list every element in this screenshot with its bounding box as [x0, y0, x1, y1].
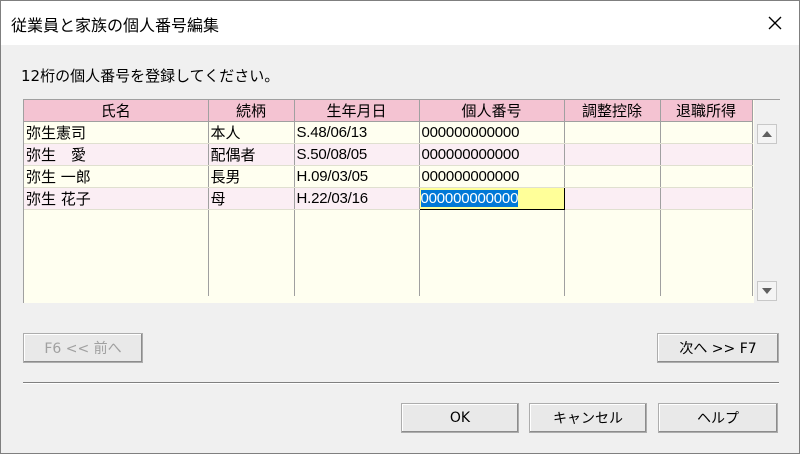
- scroll-down-arrow-icon: [762, 288, 772, 294]
- column-header-adjustment-deduction[interactable]: 調整控除: [564, 100, 661, 122]
- cell-retirement-income[interactable]: [660, 165, 753, 188]
- cell-retirement-income[interactable]: [660, 121, 753, 144]
- empty-cell: [564, 209, 661, 296]
- table-row[interactable]: 弥生 愛 配偶者 S.50/08/05 000000000000: [24, 143, 753, 166]
- empty-cell: [294, 209, 420, 296]
- cell-birthdate[interactable]: S.50/08/05: [294, 143, 420, 166]
- grid-header-row: 氏名 続柄 生年月日 個人番号 調整控除 退職所得: [24, 100, 753, 122]
- table-row[interactable]: 弥生 花子 母 H.22/03/16 000000000000: [24, 187, 753, 210]
- column-header-relation[interactable]: 続柄: [208, 100, 295, 122]
- cell-my-number-active[interactable]: 000000000000: [418, 187, 565, 210]
- prev-button[interactable]: F6 << 前へ: [23, 333, 143, 363]
- column-header-birthdate[interactable]: 生年月日: [294, 100, 420, 122]
- cell-relation[interactable]: 本人: [208, 121, 295, 144]
- table-row[interactable]: 弥生憲司 本人 S.48/06/13 000000000000: [24, 121, 753, 144]
- cell-my-number[interactable]: 000000000000: [419, 165, 565, 188]
- instruction-text: 12桁の個人番号を登録してください。: [21, 67, 280, 85]
- table-row[interactable]: 弥生 一郎 長男 H.09/03/05 000000000000: [24, 165, 753, 188]
- close-icon: [768, 16, 782, 30]
- cell-birthdate[interactable]: S.48/06/13: [294, 121, 420, 144]
- cell-adjustment-deduction[interactable]: [564, 187, 661, 210]
- empty-cell: [660, 209, 753, 296]
- title-bar: 従業員と家族の個人番号編集: [1, 1, 799, 45]
- empty-cell: [24, 209, 209, 296]
- dialog-title: 従業員と家族の個人番号編集: [11, 16, 220, 35]
- cell-retirement-income[interactable]: [660, 143, 753, 166]
- help-button[interactable]: ヘルプ: [658, 403, 778, 433]
- divider: [23, 382, 779, 384]
- column-header-my-number[interactable]: 個人番号: [419, 100, 565, 122]
- scroll-down-button[interactable]: [757, 281, 777, 301]
- cell-relation[interactable]: 母: [208, 187, 295, 210]
- empty-cell: [419, 209, 565, 296]
- cell-my-number[interactable]: 000000000000: [419, 121, 565, 144]
- header-filler: [754, 100, 780, 123]
- cell-name[interactable]: 弥生 花子: [24, 187, 209, 210]
- dialog-window: 従業員と家族の個人番号編集 12桁の個人番号を登録してください。 氏名 続柄 生…: [0, 0, 800, 454]
- cell-my-number[interactable]: 000000000000: [419, 143, 565, 166]
- cell-birthdate[interactable]: H.09/03/05: [294, 165, 420, 188]
- next-button[interactable]: 次へ >> F7: [657, 333, 779, 363]
- cell-adjustment-deduction[interactable]: [564, 121, 661, 144]
- empty-row-area: [24, 209, 753, 296]
- my-number-grid[interactable]: 氏名 続柄 生年月日 個人番号 調整控除 退職所得 弥生憲司 本人 S.48/0…: [23, 99, 780, 303]
- cell-adjustment-deduction[interactable]: [564, 143, 661, 166]
- ok-button[interactable]: OK: [401, 403, 519, 433]
- selected-text: 000000000000: [420, 190, 519, 207]
- cancel-button[interactable]: キャンセル: [529, 403, 647, 433]
- column-header-name[interactable]: 氏名: [24, 100, 209, 122]
- empty-cell: [208, 209, 295, 296]
- scroll-up-button[interactable]: [757, 124, 777, 144]
- cell-name[interactable]: 弥生憲司: [24, 121, 209, 144]
- column-header-retirement-income[interactable]: 退職所得: [660, 100, 753, 122]
- cell-relation[interactable]: 長男: [208, 165, 295, 188]
- cell-adjustment-deduction[interactable]: [564, 165, 661, 188]
- cell-birthdate[interactable]: H.22/03/16: [294, 187, 420, 210]
- cell-retirement-income[interactable]: [660, 187, 753, 210]
- close-button[interactable]: [759, 7, 791, 39]
- vertical-scrollbar[interactable]: [754, 122, 780, 303]
- cell-name[interactable]: 弥生 一郎: [24, 165, 209, 188]
- cell-name[interactable]: 弥生 愛: [24, 143, 209, 166]
- cell-relation[interactable]: 配偶者: [208, 143, 295, 166]
- scroll-up-arrow-icon: [762, 131, 772, 137]
